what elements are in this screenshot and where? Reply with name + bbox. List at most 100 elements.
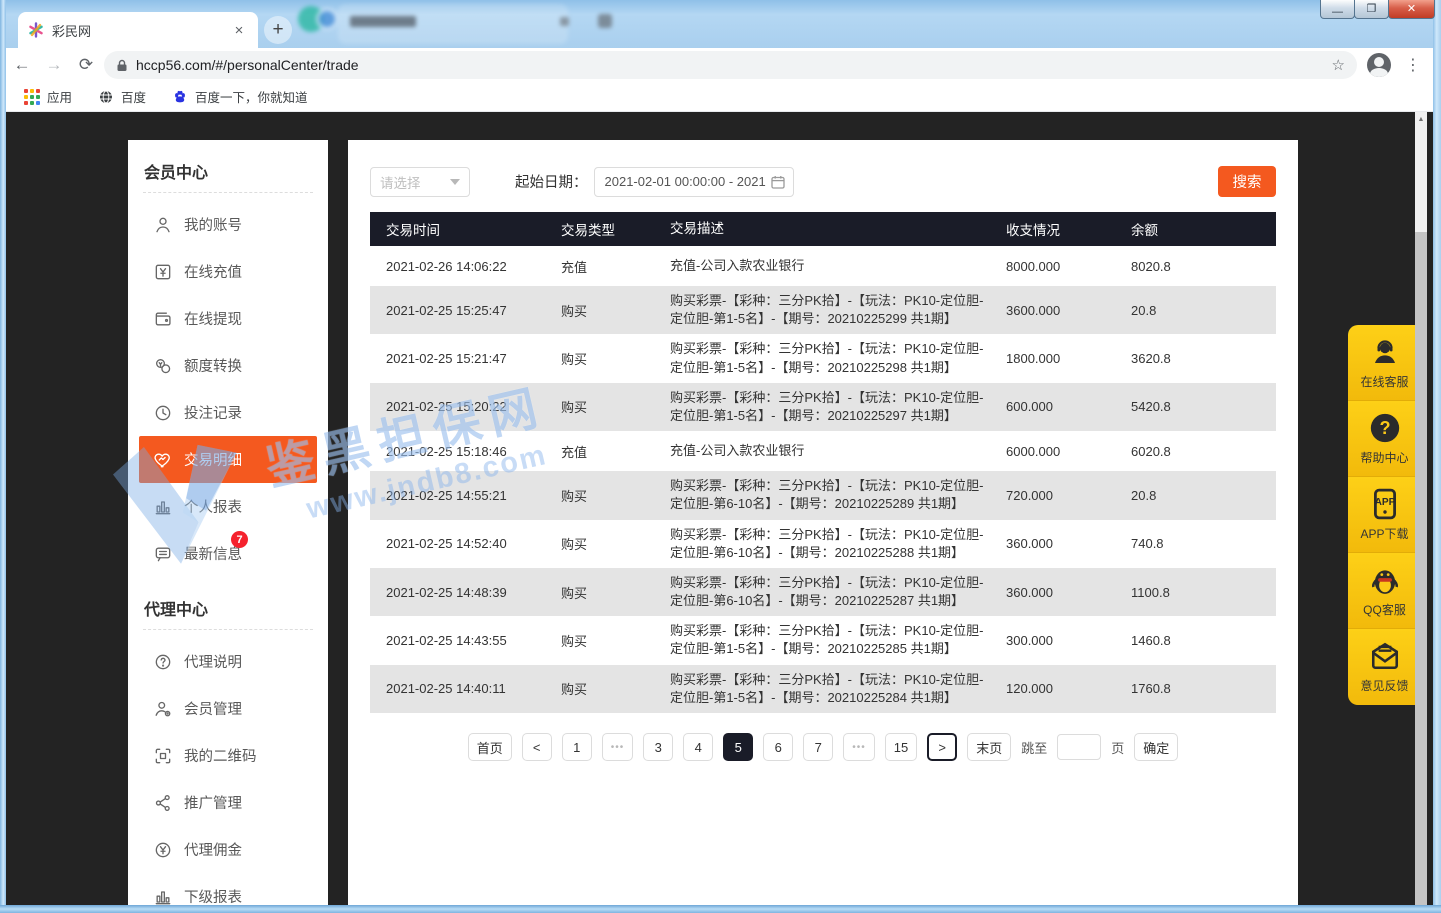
page-button[interactable]: 1	[562, 733, 592, 761]
lock-icon	[116, 59, 128, 72]
cell-time: 2021-02-25 15:25:47	[370, 303, 545, 318]
page-button[interactable]: 7	[803, 733, 833, 761]
type-select[interactable]: 请选择	[370, 167, 470, 197]
bookmark-star-icon[interactable]: ☆	[1332, 56, 1345, 74]
maximize-button[interactable]: ❐	[1354, 0, 1389, 19]
service-menu-item[interactable]: APPAPP下载	[1348, 477, 1421, 553]
select-placeholder: 请选择	[380, 172, 421, 192]
sidebar-item[interactable]: 个人报表	[128, 483, 328, 530]
tab-close-icon[interactable]: ×	[230, 22, 248, 39]
sidebar-item[interactable]: 在线提现	[128, 295, 328, 342]
address-bar[interactable]: hccp56.com/#/personalCenter/trade ☆	[104, 51, 1357, 79]
floating-service-menu: 在线客服?帮助中心APPAPP下载QQ客服意见反馈	[1348, 325, 1421, 705]
bookmark-item[interactable]: 百度一下，你就知道	[172, 87, 308, 106]
sidebar-item[interactable]: 代理说明	[128, 638, 328, 685]
page-button[interactable]: 6	[763, 733, 793, 761]
cell-desc: 购买彩票-【彩种：三分PK拾】-【玩法：PK10-定位胆-定位胆-第6-10名】…	[670, 526, 990, 562]
chevron-down-icon	[450, 179, 460, 185]
sidebar-item[interactable]: 我的二维码	[128, 732, 328, 779]
bookmark-item[interactable]: 百度	[98, 87, 146, 106]
browser-scrollbar[interactable]: ▲	[1415, 112, 1427, 905]
page-button[interactable]: •••	[843, 733, 875, 761]
forward-icon[interactable]: →	[38, 55, 70, 75]
filter-bar: 请选择 起始日期： 2021-02-01 00:00:00 - 2021 搜索	[348, 140, 1298, 212]
cell-type: 购买	[545, 679, 670, 698]
table-row: 2021-02-25 14:52:40购买购买彩票-【彩种：三分PK拾】-【玩法…	[370, 520, 1276, 568]
bookmark-label: 百度	[121, 87, 146, 106]
bookmarks-bar: 应用 百度 百度一下，你就知道	[6, 82, 1433, 112]
sidebar-item[interactable]: 投注记录	[128, 389, 328, 436]
page-button[interactable]: <	[522, 733, 552, 761]
scrollbar-up-arrow[interactable]: ▲	[1415, 112, 1427, 126]
service-menu-item[interactable]: ?帮助中心	[1348, 401, 1421, 477]
cell-time: 2021-02-25 14:40:11	[370, 681, 545, 696]
page-unit-label: 页	[1111, 738, 1124, 757]
page-button[interactable]: 15	[885, 733, 917, 761]
sidebar-section-title: 代理中心	[128, 577, 328, 629]
menu-kebab-icon[interactable]: ⋮	[1405, 55, 1421, 75]
main-content-card: 请选择 起始日期： 2021-02-01 00:00:00 - 2021 搜索 …	[348, 140, 1298, 913]
cell-balance: 740.8	[1115, 536, 1276, 551]
back-icon[interactable]: ←	[6, 55, 38, 75]
service-menu-item[interactable]: 在线客服	[1348, 325, 1421, 401]
cell-amount: 360.000	[990, 536, 1115, 551]
page-button[interactable]: 4	[683, 733, 713, 761]
sidebar-item[interactable]: 交易明细	[139, 436, 317, 483]
page-button[interactable]: 末页	[967, 733, 1011, 761]
online-service-icon	[1368, 336, 1402, 368]
refresh-icon[interactable]: ⟳	[70, 55, 102, 75]
cell-time: 2021-02-25 14:52:40	[370, 536, 545, 551]
url-text[interactable]: hccp56.com/#/personalCenter/trade	[136, 57, 359, 73]
search-button[interactable]: 搜索	[1218, 166, 1276, 197]
cell-amount: 120.000	[990, 681, 1115, 696]
cell-type: 充值	[545, 257, 670, 276]
sidebar-item[interactable]: 我的账号	[128, 201, 328, 248]
profile-avatar[interactable]	[1367, 53, 1391, 77]
minimize-button[interactable]: —	[1320, 0, 1355, 19]
bookmark-label: 百度一下，你就知道	[195, 87, 308, 106]
sidebar-item-label: 我的账号	[184, 214, 242, 235]
page-button[interactable]: 5	[723, 733, 753, 761]
baidu-paw-icon	[172, 89, 188, 105]
browser-tab[interactable]: 彩民网 ×	[18, 12, 258, 48]
bookmark-item[interactable]: 应用	[24, 87, 72, 106]
table-row: 2021-02-25 14:48:39购买购买彩票-【彩种：三分PK拾】-【玩法…	[370, 568, 1276, 616]
cell-desc: 购买彩票-【彩种：三分PK拾】-【玩法：PK10-定位胆-定位胆-第1-5名】-…	[670, 671, 990, 707]
sidebar-item[interactable]: 额度转换	[128, 342, 328, 389]
close-button[interactable]: ✕	[1388, 0, 1435, 19]
history-icon	[153, 403, 173, 423]
cell-desc: 购买彩票-【彩种：三分PK拾】-【玩法：PK10-定位胆-定位胆-第6-10名】…	[670, 574, 990, 610]
page-button[interactable]: 3	[643, 733, 673, 761]
page-button[interactable]: 首页	[468, 733, 512, 761]
cell-balance: 1760.8	[1115, 681, 1276, 696]
table-row: 2021-02-25 15:25:47购买购买彩票-【彩种：三分PK拾】-【玩法…	[370, 286, 1276, 334]
service-menu-item[interactable]: 意见反馈	[1348, 629, 1421, 705]
sidebar-item[interactable]: 推广管理	[128, 779, 328, 826]
calendar-icon[interactable]	[771, 175, 785, 189]
cell-type: 购买	[545, 534, 670, 553]
bookmark-label: 应用	[47, 87, 72, 106]
cell-desc: 购买彩票-【彩种：三分PK拾】-【玩法：PK10-定位胆-定位胆-第1-5名】-…	[670, 292, 990, 328]
sidebar-item[interactable]: 在线充值	[128, 248, 328, 295]
new-tab-button[interactable]: +	[264, 16, 292, 44]
jump-label: 跳至	[1021, 738, 1047, 757]
service-menu-label: 意见反馈	[1360, 677, 1408, 694]
sidebar-item[interactable]: 代理佣金	[128, 826, 328, 873]
sidebar-item[interactable]: 会员管理	[128, 685, 328, 732]
jump-page-input[interactable]	[1057, 734, 1101, 760]
date-range-input[interactable]: 2021-02-01 00:00:00 - 2021	[594, 167, 794, 197]
browser-toolbar: ← → ⟳ hccp56.com/#/personalCenter/trade …	[6, 48, 1433, 82]
scrollbar-thumb[interactable]	[1415, 232, 1427, 905]
service-menu-item[interactable]: QQ客服	[1348, 553, 1421, 629]
sidebar-section-title: 会员中心	[128, 140, 328, 192]
jump-confirm-button[interactable]: 确定	[1134, 733, 1178, 761]
service-menu-label: 帮助中心	[1360, 449, 1408, 466]
colorful-star-icon	[28, 22, 44, 38]
column-header: 交易时间	[370, 219, 545, 239]
page-button[interactable]: •••	[602, 733, 634, 761]
cell-amount: 6000.000	[990, 444, 1115, 459]
sidebar-item-label: 在线充值	[184, 261, 242, 282]
background-window-tab-close	[560, 17, 569, 26]
sidebar-item[interactable]: 最新信息7	[128, 530, 328, 577]
page-button[interactable]: >	[927, 733, 957, 761]
